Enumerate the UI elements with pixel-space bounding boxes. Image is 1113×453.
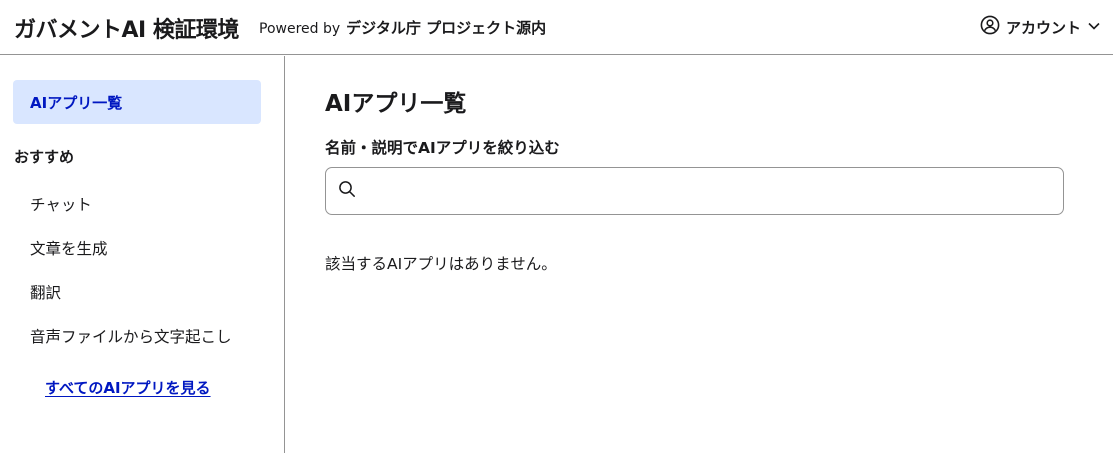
app-title[interactable]: ガバメントAI 検証環境 xyxy=(14,12,239,44)
powered-by-org: デジタル庁 プロジェクト源内 xyxy=(346,19,547,37)
sidebar-item-translate[interactable]: 翻訳 xyxy=(30,281,61,303)
sidebar-section-recommended: おすすめ xyxy=(14,148,75,166)
empty-state-message: 該当するAIアプリはありません。 xyxy=(325,255,557,273)
sidebar: AIアプリ一覧 おすすめ チャット 文章を生成 翻訳 音声ファイルから文字起こし… xyxy=(0,56,285,453)
filter-label: 名前・説明でAIアプリを絞り込む xyxy=(325,139,560,157)
sidebar-item-chat[interactable]: チャット xyxy=(30,193,92,215)
all-apps-link[interactable]: すべてのAIアプリを見る xyxy=(45,377,211,398)
page-title: AIアプリ一覧 xyxy=(325,91,467,117)
powered-by-prefix: Powered by xyxy=(259,21,341,37)
user-circle-icon xyxy=(980,15,1000,39)
account-label: アカウント xyxy=(1005,18,1081,37)
account-menu-button[interactable]: アカウント xyxy=(980,14,1101,40)
powered-by: Powered by デジタル庁 プロジェクト源内 xyxy=(259,17,546,38)
sidebar-item-ai-apps[interactable]: AIアプリ一覧 xyxy=(13,80,261,124)
search-input[interactable] xyxy=(364,168,1063,214)
sidebar-item-transcribe[interactable]: 音声ファイルから文字起こし xyxy=(30,325,232,347)
main-content: AIアプリ一覧 名前・説明でAIアプリを絞り込む 該当するAIアプリはありません… xyxy=(286,56,1113,453)
search-icon xyxy=(338,180,356,202)
search-field[interactable] xyxy=(325,167,1064,215)
sidebar-item-generate-text[interactable]: 文章を生成 xyxy=(30,237,108,259)
chevron-down-icon xyxy=(1087,18,1101,37)
app-header: ガバメントAI 検証環境 Powered by デジタル庁 プロジェクト源内 アカ… xyxy=(0,0,1113,55)
